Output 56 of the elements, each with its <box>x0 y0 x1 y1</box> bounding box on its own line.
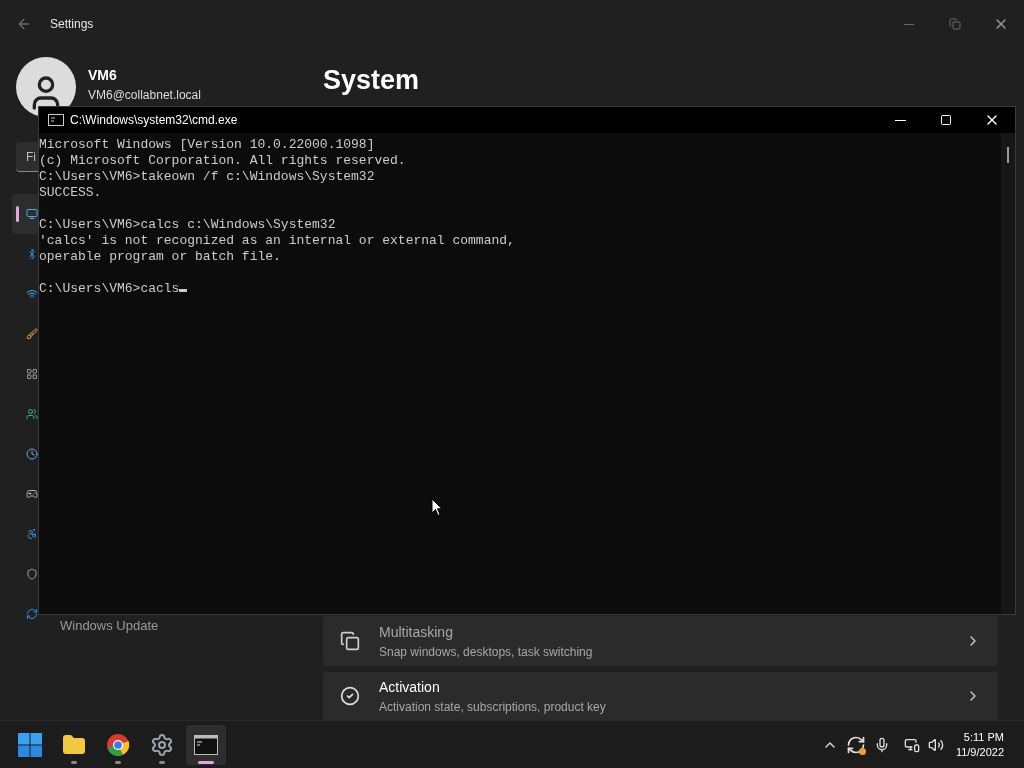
user-email: VM6@collabnet.local <box>88 86 201 104</box>
card-title: Activation <box>379 677 441 697</box>
taskbar-button[interactable] <box>186 724 226 765</box>
search-field[interactable]: Fi <box>16 142 38 172</box>
sync-icon[interactable] <box>845 734 866 755</box>
shield-icon <box>26 568 38 580</box>
settings-card[interactable]: Multitasking Snap windows, desktops, task switching <box>323 616 998 666</box>
sidebar-label[interactable]: Windows Update <box>60 616 159 636</box>
check-circle-icon <box>340 686 360 706</box>
gamepad-icon <box>26 488 38 500</box>
update-icon <box>26 608 38 620</box>
browser-icon <box>106 732 130 757</box>
monitor-icon <box>26 208 38 220</box>
page-heading: System <box>323 64 421 97</box>
console-line: C:\Users\VM6>cacls <box>39 281 188 297</box>
people-icon <box>26 408 38 420</box>
settings-card[interactable]: Activation Activation state, subscriptions, product key <box>323 672 998 720</box>
accessibility-icon <box>26 528 38 540</box>
sidebar-item[interactable] <box>12 194 38 234</box>
card-subtitle: Snap windows, desktops, task switching <box>379 643 594 661</box>
user-name: VM6 <box>88 65 118 85</box>
text-cursor <box>179 289 188 292</box>
apps-icon <box>26 368 38 380</box>
console-line: Microsoft Windows [Version 10.0.22000.1098] <box>39 137 375 153</box>
console-line: C:\Users\VM6>takeown /f c:\Windows\System32 <box>39 169 375 185</box>
folder-icon <box>62 732 86 757</box>
maximize-icon <box>940 114 952 126</box>
window-title: Settings <box>50 16 94 33</box>
wifi-icon <box>26 288 38 300</box>
mouse-pointer-icon <box>431 498 443 517</box>
bluetooth-icon <box>26 248 38 260</box>
speaker-icon[interactable] <box>927 736 944 753</box>
windows-icon <box>340 631 360 651</box>
console-line: SUCCESS. <box>39 185 102 201</box>
console-app-icon <box>48 114 64 126</box>
network-icon[interactable] <box>903 736 920 753</box>
card-subtitle: Activation state, subscriptions, product key <box>379 698 607 716</box>
console-line: 'calcs' is not recognized as an internal or external command, <box>39 233 515 249</box>
restore-icon <box>949 18 961 30</box>
console-line: C:\Users\VM6>calcs c:\Windows\System32 <box>39 217 336 233</box>
scrollbar[interactable] <box>1001 133 1015 614</box>
scrollbar-thumb[interactable] <box>1007 147 1009 163</box>
brush-icon <box>26 328 38 340</box>
minimize-icon <box>894 119 906 121</box>
console-line: (c) Microsoft Corporation. All rights reserved. <box>39 153 406 169</box>
clock-time[interactable]: 5:11 PM <box>963 729 1004 745</box>
gear-icon <box>150 732 174 757</box>
terminal-icon <box>194 734 218 755</box>
console-title: C:\Windows\system32\cmd.exe <box>70 112 238 129</box>
card-title: Multitasking <box>379 622 454 642</box>
minimize-icon <box>904 23 914 25</box>
clock-icon <box>26 448 38 460</box>
clock-date[interactable]: 11/9/2022 <box>955 744 1004 760</box>
console-line: operable program or batch file. <box>39 249 281 265</box>
avatar <box>16 57 76 117</box>
windows-logo-icon <box>18 732 42 757</box>
